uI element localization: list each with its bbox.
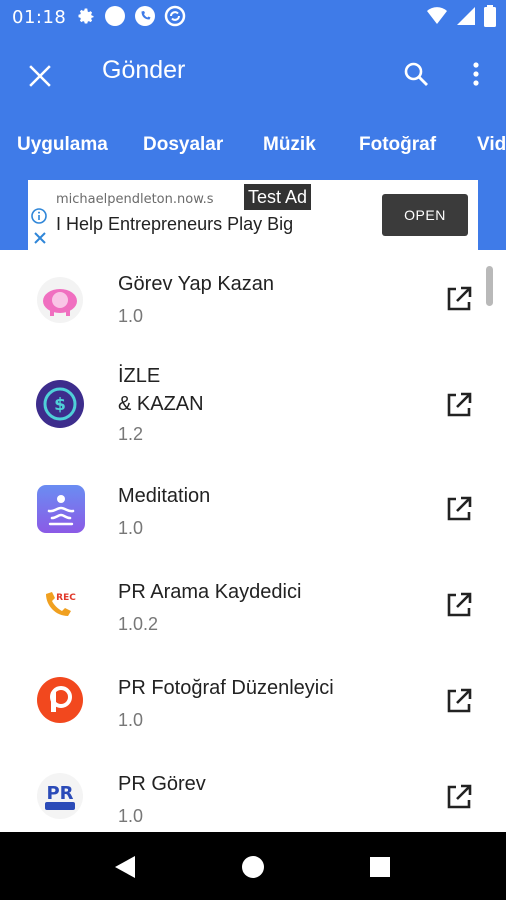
status-bar: 01:18 xyxy=(0,0,506,36)
tab-fotograf[interactable]: Fotoğraf xyxy=(359,134,436,156)
open-external-icon[interactable] xyxy=(444,284,474,314)
status-icons-left xyxy=(76,5,186,31)
home-button[interactable] xyxy=(238,852,268,882)
app-name: PR Görev xyxy=(118,773,206,795)
app-list: Görev Yap Kazan 1.0 $ İZLE & KAZAN 1.2 M… xyxy=(0,250,506,832)
open-external-icon[interactable] xyxy=(444,494,474,524)
tab-uygulama[interactable]: Uygulama xyxy=(17,134,108,156)
ad-headline[interactable]: I Help Entrepreneurs Play Big xyxy=(56,214,293,235)
search-icon xyxy=(404,62,428,86)
photo-editor-icon xyxy=(36,676,84,724)
app-bar: Gönder xyxy=(0,36,506,114)
pr-gorev-icon: PR xyxy=(36,772,84,820)
more-options-button[interactable] xyxy=(456,54,496,94)
status-time: 01:18 xyxy=(12,7,67,28)
app-version: 1.0 xyxy=(118,806,144,826)
signal-icon xyxy=(456,6,476,30)
list-item[interactable]: PR Fotoğraf Düzenleyici 1.0 xyxy=(0,654,506,750)
back-button[interactable] xyxy=(110,852,140,882)
list-item[interactable]: Görev Yap Kazan 1.0 xyxy=(0,250,506,350)
status-icons-right xyxy=(426,5,496,31)
app-version: 1.0 xyxy=(118,710,144,730)
ad-open-button[interactable]: OPEN xyxy=(382,194,468,236)
ad-info-icon[interactable] xyxy=(31,208,47,228)
category-tabs: Uygulama Dosyalar Müzik Fotoğraf Vid xyxy=(0,114,506,180)
battery-icon xyxy=(484,5,496,31)
app-version: 1.0.2 xyxy=(118,614,159,634)
tab-dosyalar[interactable]: Dosyalar xyxy=(143,134,223,156)
recents-icon xyxy=(370,857,390,877)
ad-url: michaelpendleton.now.s xyxy=(56,192,214,207)
svg-text:PR: PR xyxy=(46,783,73,804)
ad-container: michaelpendleton.now.s I Help Entreprene… xyxy=(0,180,506,250)
list-item[interactable]: Meditation 1.0 xyxy=(0,460,506,558)
piggy-bank-icon xyxy=(36,276,84,324)
more-vert-icon xyxy=(473,62,479,86)
svg-text:REC: REC xyxy=(56,593,76,603)
svg-text:$: $ xyxy=(54,395,66,415)
app-name: PR Arama Kaydedici xyxy=(118,581,302,603)
app-version: 1.0 xyxy=(118,518,144,538)
scrollbar[interactable] xyxy=(486,266,493,306)
open-external-icon[interactable] xyxy=(444,390,474,420)
open-external-icon[interactable] xyxy=(444,590,474,620)
home-icon xyxy=(242,856,264,878)
meditation-icon xyxy=(36,484,86,534)
phone-icon xyxy=(134,5,156,31)
recents-button[interactable] xyxy=(365,852,395,882)
app-name: İZLE & KAZAN xyxy=(118,365,204,415)
settings-icon xyxy=(76,6,96,30)
app-name: Görev Yap Kazan xyxy=(118,273,275,295)
back-icon xyxy=(115,856,135,878)
app-version: 1.2 xyxy=(118,424,144,444)
tab-video[interactable]: Vid xyxy=(477,134,506,156)
ad-close-icon[interactable] xyxy=(33,230,47,249)
page-title: Gönder xyxy=(102,56,186,84)
open-external-icon[interactable] xyxy=(444,782,474,812)
app-name: PR Fotoğraf Düzenleyici xyxy=(118,677,334,699)
list-item[interactable]: PR PR Görev 1.0 xyxy=(0,750,506,832)
system-nav-bar xyxy=(0,832,506,900)
ad-banner[interactable]: michaelpendleton.now.s I Help Entreprene… xyxy=(28,180,478,250)
wifi-icon xyxy=(426,6,448,30)
search-button[interactable] xyxy=(396,54,436,94)
tab-muzik[interactable]: Müzik xyxy=(263,134,316,156)
dollar-coin-icon: $ xyxy=(35,379,85,429)
close-icon xyxy=(29,65,51,87)
list-item[interactable]: $ İZLE & KAZAN 1.2 xyxy=(0,350,506,460)
circle-icon xyxy=(104,5,126,31)
open-external-icon[interactable] xyxy=(444,686,474,716)
app-version: 1.0 xyxy=(118,306,144,326)
call-recorder-icon: REC xyxy=(36,580,84,628)
close-button[interactable] xyxy=(20,56,60,96)
list-item[interactable]: REC PR Arama Kaydedici 1.0.2 xyxy=(0,558,506,654)
sync-icon xyxy=(164,5,186,31)
ad-test-badge: Test Ad xyxy=(244,184,312,210)
app-name: Meditation xyxy=(118,485,211,507)
